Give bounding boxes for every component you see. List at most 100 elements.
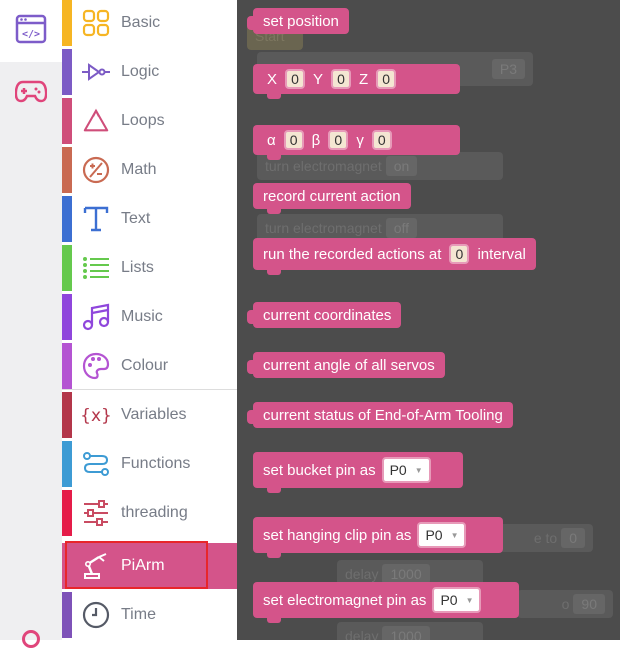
tab-gamepad[interactable] bbox=[0, 62, 62, 124]
block-label: record current action bbox=[263, 187, 401, 205]
block-label: set hanging clip pin as bbox=[263, 526, 412, 544]
block-label: run the recorded actions at bbox=[263, 245, 442, 263]
gamepad-icon bbox=[14, 79, 48, 108]
gamma-label: γ bbox=[356, 131, 364, 149]
code-blocks-icon: </> bbox=[15, 14, 47, 49]
ghost-text: delay bbox=[345, 566, 379, 582]
category-basic[interactable]: Basic bbox=[62, 0, 237, 46]
clock-icon bbox=[82, 601, 110, 629]
current-angle-block[interactable]: current angle of all servos bbox=[247, 352, 445, 378]
list-icon bbox=[82, 254, 110, 282]
alpha-input[interactable]: 0 bbox=[283, 130, 304, 150]
x-label: X bbox=[267, 70, 278, 88]
set-electromagnet-pin-block[interactable]: set electromagnet pin as P0 ▼ bbox=[253, 582, 519, 623]
category-music[interactable]: Music bbox=[62, 294, 237, 340]
logic-gate-icon bbox=[82, 58, 110, 86]
category-label: Loops bbox=[121, 112, 165, 129]
ghost-text: e to bbox=[533, 530, 558, 546]
category-math[interactable]: Math bbox=[62, 147, 237, 193]
category-color-bar bbox=[62, 392, 72, 438]
set-bucket-pin-block[interactable]: set bucket pin as P0 ▼ bbox=[253, 452, 463, 493]
tab-blocks[interactable]: </> bbox=[0, 0, 62, 62]
block-label: set bucket pin as bbox=[263, 461, 376, 479]
record-action-block[interactable]: record current action bbox=[253, 183, 411, 214]
category-list: Basic Logic Loops Math Text Lists Music … bbox=[62, 0, 237, 640]
category-color-bar bbox=[62, 49, 72, 95]
category-logic[interactable]: Logic bbox=[62, 49, 237, 95]
category-label: Colour bbox=[121, 357, 169, 374]
category-color-bar bbox=[62, 196, 72, 242]
block-label: current angle of all servos bbox=[263, 356, 435, 374]
clip-pin-dropdown[interactable]: P0 ▼ bbox=[417, 522, 467, 548]
ghost-value: 1000 bbox=[382, 564, 430, 584]
z-input[interactable]: 0 bbox=[376, 69, 397, 89]
gamma-input[interactable]: 0 bbox=[371, 130, 392, 150]
category-label: Music bbox=[121, 308, 163, 325]
category-text[interactable]: Text bbox=[62, 196, 237, 242]
category-label: threading bbox=[121, 504, 188, 521]
dropdown-arrow-icon: ▼ bbox=[465, 595, 474, 605]
category-functions[interactable]: Functions bbox=[62, 441, 237, 487]
category-color-bar bbox=[62, 543, 72, 589]
ghost-dropdown: off bbox=[385, 218, 418, 238]
category-piarm[interactable]: PiArm bbox=[62, 543, 237, 589]
category-variables[interactable]: {x} Variables bbox=[62, 392, 237, 438]
text-t-icon bbox=[82, 205, 110, 233]
category-color-bar bbox=[62, 490, 72, 536]
category-label: Basic bbox=[121, 14, 161, 31]
category-label: Variables bbox=[121, 406, 187, 423]
x-input[interactable]: 0 bbox=[285, 69, 306, 89]
category-loops[interactable]: Loops bbox=[62, 98, 237, 144]
bucket-pin-dropdown[interactable]: P0 ▼ bbox=[381, 457, 431, 483]
ghost-value: 0 bbox=[561, 528, 585, 548]
category-label: Math bbox=[121, 161, 157, 178]
current-coordinates-block[interactable]: current coordinates bbox=[246, 302, 402, 328]
current-status-block[interactable]: current status of End-of-Arm Tooling bbox=[247, 402, 513, 428]
svg-text:</>: </> bbox=[22, 29, 40, 40]
category-label: Logic bbox=[121, 63, 160, 80]
xyz-coordinates-block[interactable]: X 0 Y 0 Z 0 bbox=[253, 64, 460, 99]
dropdown-value: P0 bbox=[425, 527, 443, 543]
category-color-bar bbox=[62, 245, 72, 291]
category-label: Lists bbox=[121, 259, 154, 276]
beta-label: β bbox=[311, 131, 321, 149]
recycle-icon bbox=[82, 107, 110, 135]
ghost-text: delay bbox=[345, 628, 379, 640]
dropdown-value: P0 bbox=[389, 462, 407, 478]
ghost-electromagnet-on: turn electromagnet on bbox=[257, 152, 503, 180]
category-color-bar bbox=[62, 592, 72, 638]
ghost-value: 1000 bbox=[382, 626, 430, 640]
electromagnet-pin-dropdown[interactable]: P0 ▼ bbox=[432, 587, 482, 613]
z-label: Z bbox=[359, 70, 369, 88]
ghost-angle-block: o 90 bbox=[517, 590, 613, 618]
run-recorded-block[interactable]: run the recorded actions at 0 interval bbox=[253, 238, 536, 275]
alpha-label: α bbox=[267, 131, 276, 149]
beta-input[interactable]: 0 bbox=[328, 130, 349, 150]
angles-block[interactable]: α 0 β 0 γ 0 bbox=[253, 125, 460, 160]
category-color-bar bbox=[62, 343, 72, 389]
category-color-bar bbox=[62, 441, 72, 487]
block-label: set position bbox=[263, 12, 339, 30]
block-label: current status of End-of-Arm Tooling bbox=[263, 406, 503, 424]
interval-input[interactable]: 0 bbox=[449, 244, 470, 264]
y-input[interactable]: 0 bbox=[331, 69, 352, 89]
set-hanging-clip-pin-block[interactable]: set hanging clip pin as P0 ▼ bbox=[253, 517, 503, 558]
ghost-dropdown: P3 bbox=[491, 59, 525, 79]
ghost-dropdown: on bbox=[385, 156, 418, 176]
category-label: Text bbox=[121, 210, 151, 227]
ghost-text: turn electromagnet bbox=[265, 220, 382, 236]
set-position-block[interactable]: set position bbox=[247, 8, 349, 34]
ghost-delay-block: delay 1000 bbox=[337, 622, 483, 640]
robot-arm-icon bbox=[82, 552, 110, 580]
help-icon[interactable] bbox=[22, 630, 40, 648]
music-note-icon bbox=[82, 303, 110, 331]
ghost-value: 90 bbox=[573, 594, 605, 614]
category-threading[interactable]: threading bbox=[62, 490, 237, 536]
category-colour[interactable]: Colour bbox=[62, 343, 237, 389]
functions-icon bbox=[82, 450, 110, 478]
block-label: current coordinates bbox=[263, 306, 392, 324]
palette-icon bbox=[82, 352, 110, 380]
category-color-bar bbox=[62, 98, 72, 144]
category-lists[interactable]: Lists bbox=[62, 245, 237, 291]
category-time[interactable]: Time bbox=[62, 592, 237, 638]
